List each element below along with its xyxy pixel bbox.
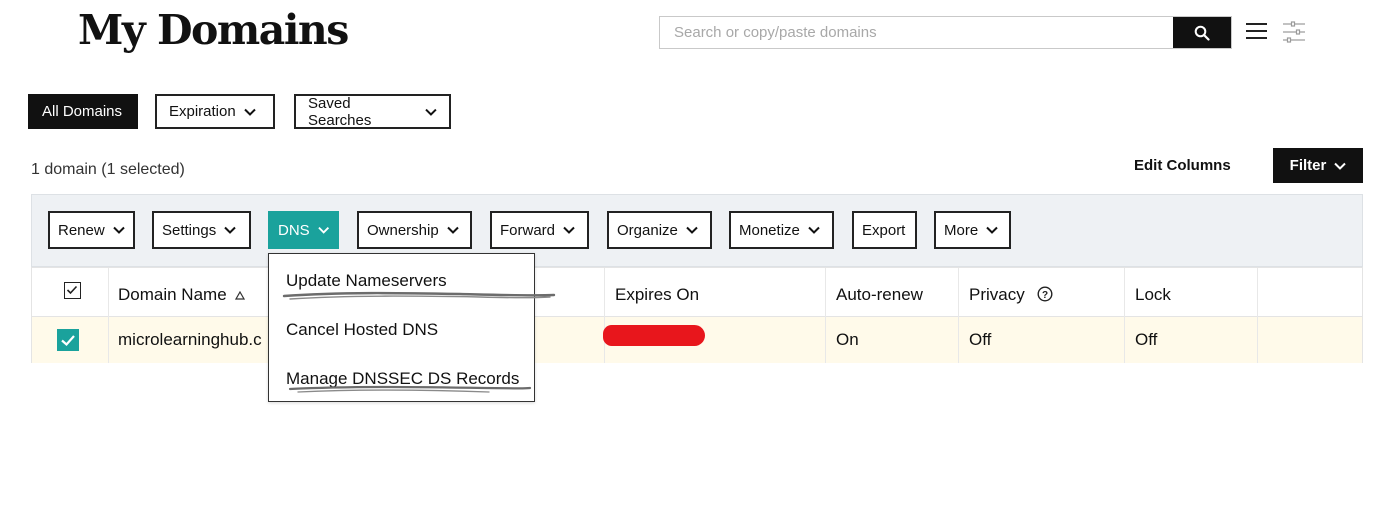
domain-name-header-label: Domain Name (118, 285, 227, 304)
column-header-domain-name[interactable]: Domain Name (118, 285, 246, 305)
dns-dropdown-menu: Update Nameservers Cancel Hosted DNS Man… (268, 253, 535, 402)
auto-renew-cell[interactable]: On (836, 330, 859, 350)
organize-button[interactable]: Organize (607, 211, 712, 249)
filter-label: Filter (1289, 157, 1327, 174)
forward-label: Forward (500, 221, 556, 239)
tab-label: Saved Searches (308, 94, 372, 129)
edit-columns-link[interactable]: Edit Columns (1134, 157, 1231, 174)
menu-item-update-nameservers[interactable]: Update Nameservers (286, 271, 447, 291)
domain-name-cell[interactable]: microlearninghub.c (118, 330, 262, 350)
settings-label: Settings (162, 221, 217, 239)
chevron-down-icon (446, 226, 459, 234)
chevron-down-icon (243, 108, 256, 116)
privacy-cell[interactable]: Off (969, 330, 991, 350)
select-all-checkbox[interactable] (64, 282, 81, 299)
sort-ascending-icon (235, 290, 246, 300)
export-button[interactable]: Export (852, 211, 917, 249)
tab-saved-searches[interactable]: Saved Searches (294, 94, 451, 129)
column-header-privacy[interactable]: Privacy ? (969, 285, 1053, 305)
tab-label: All Domains (42, 103, 123, 120)
check-icon (61, 335, 75, 347)
column-header-expires-on[interactable]: Expires On (615, 285, 699, 305)
chevron-down-icon (224, 226, 236, 234)
dns-label: DNS (278, 221, 310, 239)
search-button[interactable] (1173, 17, 1231, 48)
settings-button[interactable]: Settings (152, 211, 251, 249)
menu-item-manage-dnssec[interactable]: Manage DNSSEC DS Records (286, 369, 519, 389)
tab-all-domains[interactable]: All Domains (28, 94, 138, 129)
monetize-label: Monetize (739, 221, 800, 239)
export-label: Export (862, 221, 906, 239)
ownership-button[interactable]: Ownership (357, 211, 472, 249)
ownership-label: Ownership (367, 221, 439, 239)
forward-button[interactable]: Forward (490, 211, 589, 249)
chevron-down-icon (686, 226, 698, 234)
more-label: More (944, 221, 979, 239)
svg-text:?: ? (1042, 290, 1048, 301)
help-circle-icon[interactable]: ? (1037, 286, 1053, 302)
row-checkbox[interactable] (57, 329, 79, 351)
tab-expiration[interactable]: Expiration (155, 94, 275, 129)
hamburger-menu-icon[interactable] (1246, 23, 1267, 41)
search-input[interactable] (660, 17, 1174, 48)
lock-cell[interactable]: Off (1135, 330, 1157, 350)
redaction-mark (603, 325, 705, 346)
menu-item-cancel-hosted-dns[interactable]: Cancel Hosted DNS (286, 320, 438, 340)
renew-label: Renew (58, 221, 105, 239)
check-icon (66, 285, 78, 295)
domain-search (659, 16, 1232, 49)
dns-button[interactable]: DNS (268, 211, 339, 249)
monetize-button[interactable]: Monetize (729, 211, 834, 249)
domains-table: Domain Name Expires On Auto-renew Privac… (31, 267, 1363, 363)
search-icon (1194, 25, 1210, 41)
column-header-auto-renew[interactable]: Auto-renew (836, 285, 923, 305)
chevron-down-icon (112, 226, 125, 234)
chevron-down-icon (563, 226, 575, 234)
renew-button[interactable]: Renew (48, 211, 135, 249)
grid-view-icon[interactable] (1282, 21, 1306, 43)
tab-label: Expiration (169, 103, 236, 120)
column-header-lock[interactable]: Lock (1135, 285, 1171, 305)
chevron-down-icon (425, 108, 437, 116)
more-button[interactable]: More (934, 211, 1011, 249)
chevron-down-icon (986, 226, 998, 234)
privacy-header-label: Privacy (969, 285, 1025, 304)
organize-label: Organize (617, 221, 678, 239)
page-title: My Domains (78, 6, 349, 54)
chevron-down-icon (317, 226, 329, 234)
domain-count: 1 domain (1 selected) (31, 161, 185, 178)
chevron-down-icon (1334, 162, 1347, 170)
filter-button[interactable]: Filter (1273, 148, 1363, 183)
chevron-down-icon (808, 226, 820, 234)
